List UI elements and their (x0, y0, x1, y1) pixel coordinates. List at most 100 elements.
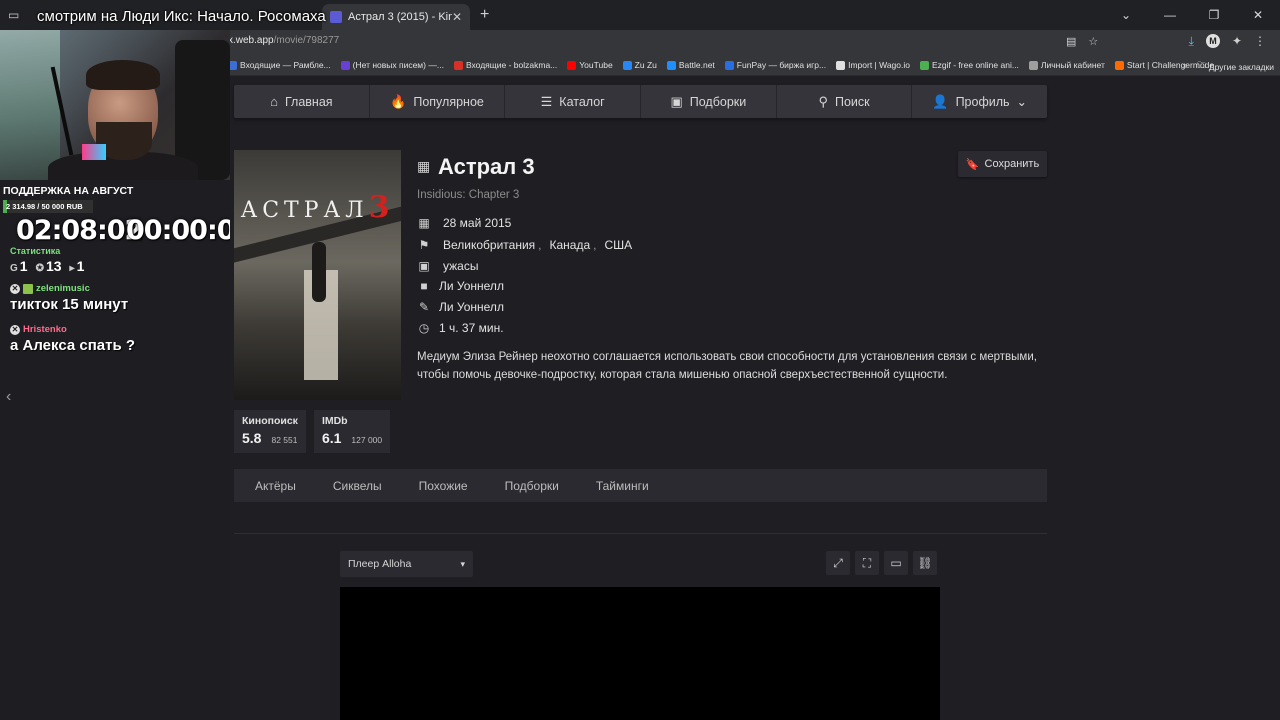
chevron-left-icon[interactable]: ‹ (6, 388, 11, 406)
bookmark-item[interactable]: Личный кабинет (1028, 60, 1105, 70)
browser-tab-active[interactable]: Астрал 3 (2015) - Kinobox.in ✕ (322, 4, 470, 30)
bookmark-item[interactable]: FunPay — биржа игр... (724, 60, 826, 70)
bookmark-label: (Нет новых писем) —... (352, 60, 444, 70)
bookmark-favicon-icon (1114, 60, 1124, 70)
original-title: Insidious: Chapter 3 (417, 189, 520, 201)
bookmark-label: Zu Zu (634, 60, 657, 70)
save-button[interactable]: 🔖 Сохранить (958, 151, 1047, 177)
bookmark-item[interactable]: YouTube (567, 60, 613, 70)
country-link[interactable]: США (604, 237, 632, 253)
nav-item[interactable]: 🔥 Популярное (370, 85, 506, 118)
profile-m-icon[interactable]: M (1205, 34, 1220, 48)
chat-user-name: zelenimusic (36, 283, 90, 294)
info-duration: ◷ 1 ч. 37 мин. (417, 321, 504, 335)
nav-item[interactable]: ☰ Каталог (505, 85, 642, 118)
stat-value: 1 (76, 258, 85, 274)
chat-username: ✕ Hristenko (10, 324, 67, 335)
rating-votes: 127 000 (351, 435, 383, 445)
nav-label: Подборки (689, 94, 747, 109)
duration: 1 ч. 37 мин. (439, 321, 504, 335)
bookmark-item[interactable]: Входящие - bolzakma... (453, 60, 557, 70)
info-release-date: ▦ 28 май 2015 (417, 215, 511, 231)
extensions-icon[interactable]: ✦ (1232, 34, 1242, 49)
content-tab[interactable]: Похожие (419, 479, 468, 493)
page-title: Астрал 3 (438, 154, 535, 179)
content-tab[interactable]: Актёры (255, 479, 296, 493)
content-tab[interactable]: Сиквелы (333, 479, 382, 493)
comment-icon[interactable]: ▭ (884, 551, 908, 575)
tab-close-icon[interactable]: ✕ (452, 10, 462, 24)
bookmark-item[interactable]: Ezgif - free online ani... (919, 60, 1019, 70)
bookmark-item[interactable]: Battle.net (666, 60, 715, 70)
bookmark-item[interactable]: (Нет новых писем) —... (340, 60, 444, 70)
nav-icon: ⚲ (818, 93, 828, 109)
other-bookmarks[interactable]: 🗀 Другие закладки (1197, 60, 1274, 74)
other-bookmarks-label: Другие закладки (1208, 62, 1274, 72)
video-player[interactable] (340, 587, 940, 720)
bookmark-star-icon[interactable]: ☆ (1088, 35, 1098, 48)
chat-user-name: Hristenko (23, 324, 67, 335)
writer-name[interactable]: Ли Уоннелл (439, 300, 504, 314)
new-tab-icon[interactable]: + (480, 6, 489, 24)
rating-kinopoisk[interactable]: Кинопоиск 5.8 82 551 (234, 410, 306, 453)
browser-menu-icon[interactable]: ⋮ (1254, 34, 1266, 49)
bookmark-icon: 🔖 (965, 158, 980, 171)
close-window-icon[interactable]: ✕ (1236, 8, 1280, 22)
bookmark-label: Battle.net (678, 60, 715, 70)
nav-item[interactable]: ▣ Подборки (641, 85, 777, 118)
nav-item[interactable]: ⚲ Поиск (777, 85, 913, 118)
bookmark-item[interactable]: Import | Wago.io (836, 60, 910, 70)
director-name[interactable]: Ли Уоннелл (439, 279, 504, 293)
nav-item[interactable]: 👤 Профиль ⌄ (912, 85, 1047, 118)
nav-icon: ⌂ (270, 94, 278, 109)
close-circle-icon: ✕ (10, 283, 20, 294)
info-writer: ✎ Ли Уоннелл (417, 300, 504, 314)
minimize-icon[interactable]: — (1148, 8, 1192, 22)
bookmark-label: Import | Wago.io (848, 60, 910, 70)
chat-username: ✕ zelenimusic (10, 283, 90, 294)
rating-score: 6.1 (321, 430, 342, 446)
info-countries: ⚑ Великобритания, Канада, США (417, 237, 633, 253)
country-link[interactable]: Канада (550, 237, 591, 253)
bookmark-item[interactable]: Zu Zu (622, 60, 657, 70)
webcam-feed (0, 30, 230, 180)
player-select[interactable]: Плеер Alloha ▾ (340, 551, 473, 577)
tab-menu-icon[interactable]: ▭ (8, 8, 19, 22)
country-separator: , (538, 238, 542, 252)
genre-link[interactable]: ужасы (443, 258, 478, 274)
bookmark-favicon-icon (567, 60, 577, 70)
download-icon[interactable]: ⤓ (1189, 34, 1194, 49)
expand-icon[interactable]: ⤢ (826, 551, 850, 575)
release-date-link[interactable]: 28 май 2015 (443, 215, 511, 231)
content-tab[interactable]: Подборки (505, 479, 559, 493)
country-separator: , (593, 238, 597, 252)
nav-icon: ▣ (670, 93, 683, 109)
nav-icon: ☰ (540, 93, 553, 109)
bookmark-label: Ezgif - free online ani... (931, 60, 1019, 70)
url-field[interactable]: x.web.app/movie/798277 (228, 35, 339, 46)
nav-icon: 🔥 (390, 93, 407, 109)
nav-item[interactable]: ⌂ Главная (234, 85, 370, 118)
nav-label: Главная (284, 94, 333, 109)
folder-icon: 🗀 (1197, 60, 1206, 70)
bookmark-label: Входящие — Рамбле... (240, 60, 331, 70)
content-tab[interactable]: Тайминги (596, 479, 649, 493)
more-bookmarks-icon[interactable]: » (1183, 60, 1188, 74)
restore-icon[interactable]: ❐ (1192, 8, 1236, 22)
country-link[interactable]: Великобритания (443, 237, 535, 253)
link-icon[interactable]: ⛓ (913, 551, 937, 575)
fullscreen-icon[interactable]: ⛶ (855, 551, 879, 575)
tab-search-icon[interactable]: ⌄ (1104, 8, 1148, 22)
divider (234, 533, 1047, 534)
rating-imdb[interactable]: IMDb 6.1 127 000 (313, 410, 391, 453)
genre-grid-icon: ▣ (418, 259, 430, 273)
bookmark-favicon-icon (666, 60, 676, 70)
support-label: ПОДДЕРЖКА НА АВГУСТ (3, 185, 134, 197)
stat-item: ▸ 1 (70, 258, 85, 274)
chevron-down-icon: ⌄ (1016, 95, 1028, 109)
reading-mode-icon[interactable]: ▤ (1066, 35, 1076, 48)
bookmark-item[interactable]: Входящие — Рамбле... (228, 60, 331, 70)
info-genre: ▣ ужасы (417, 258, 478, 274)
chat-message: тикток 15 минут (10, 296, 129, 313)
url-path: /movie/798277 (273, 35, 340, 46)
